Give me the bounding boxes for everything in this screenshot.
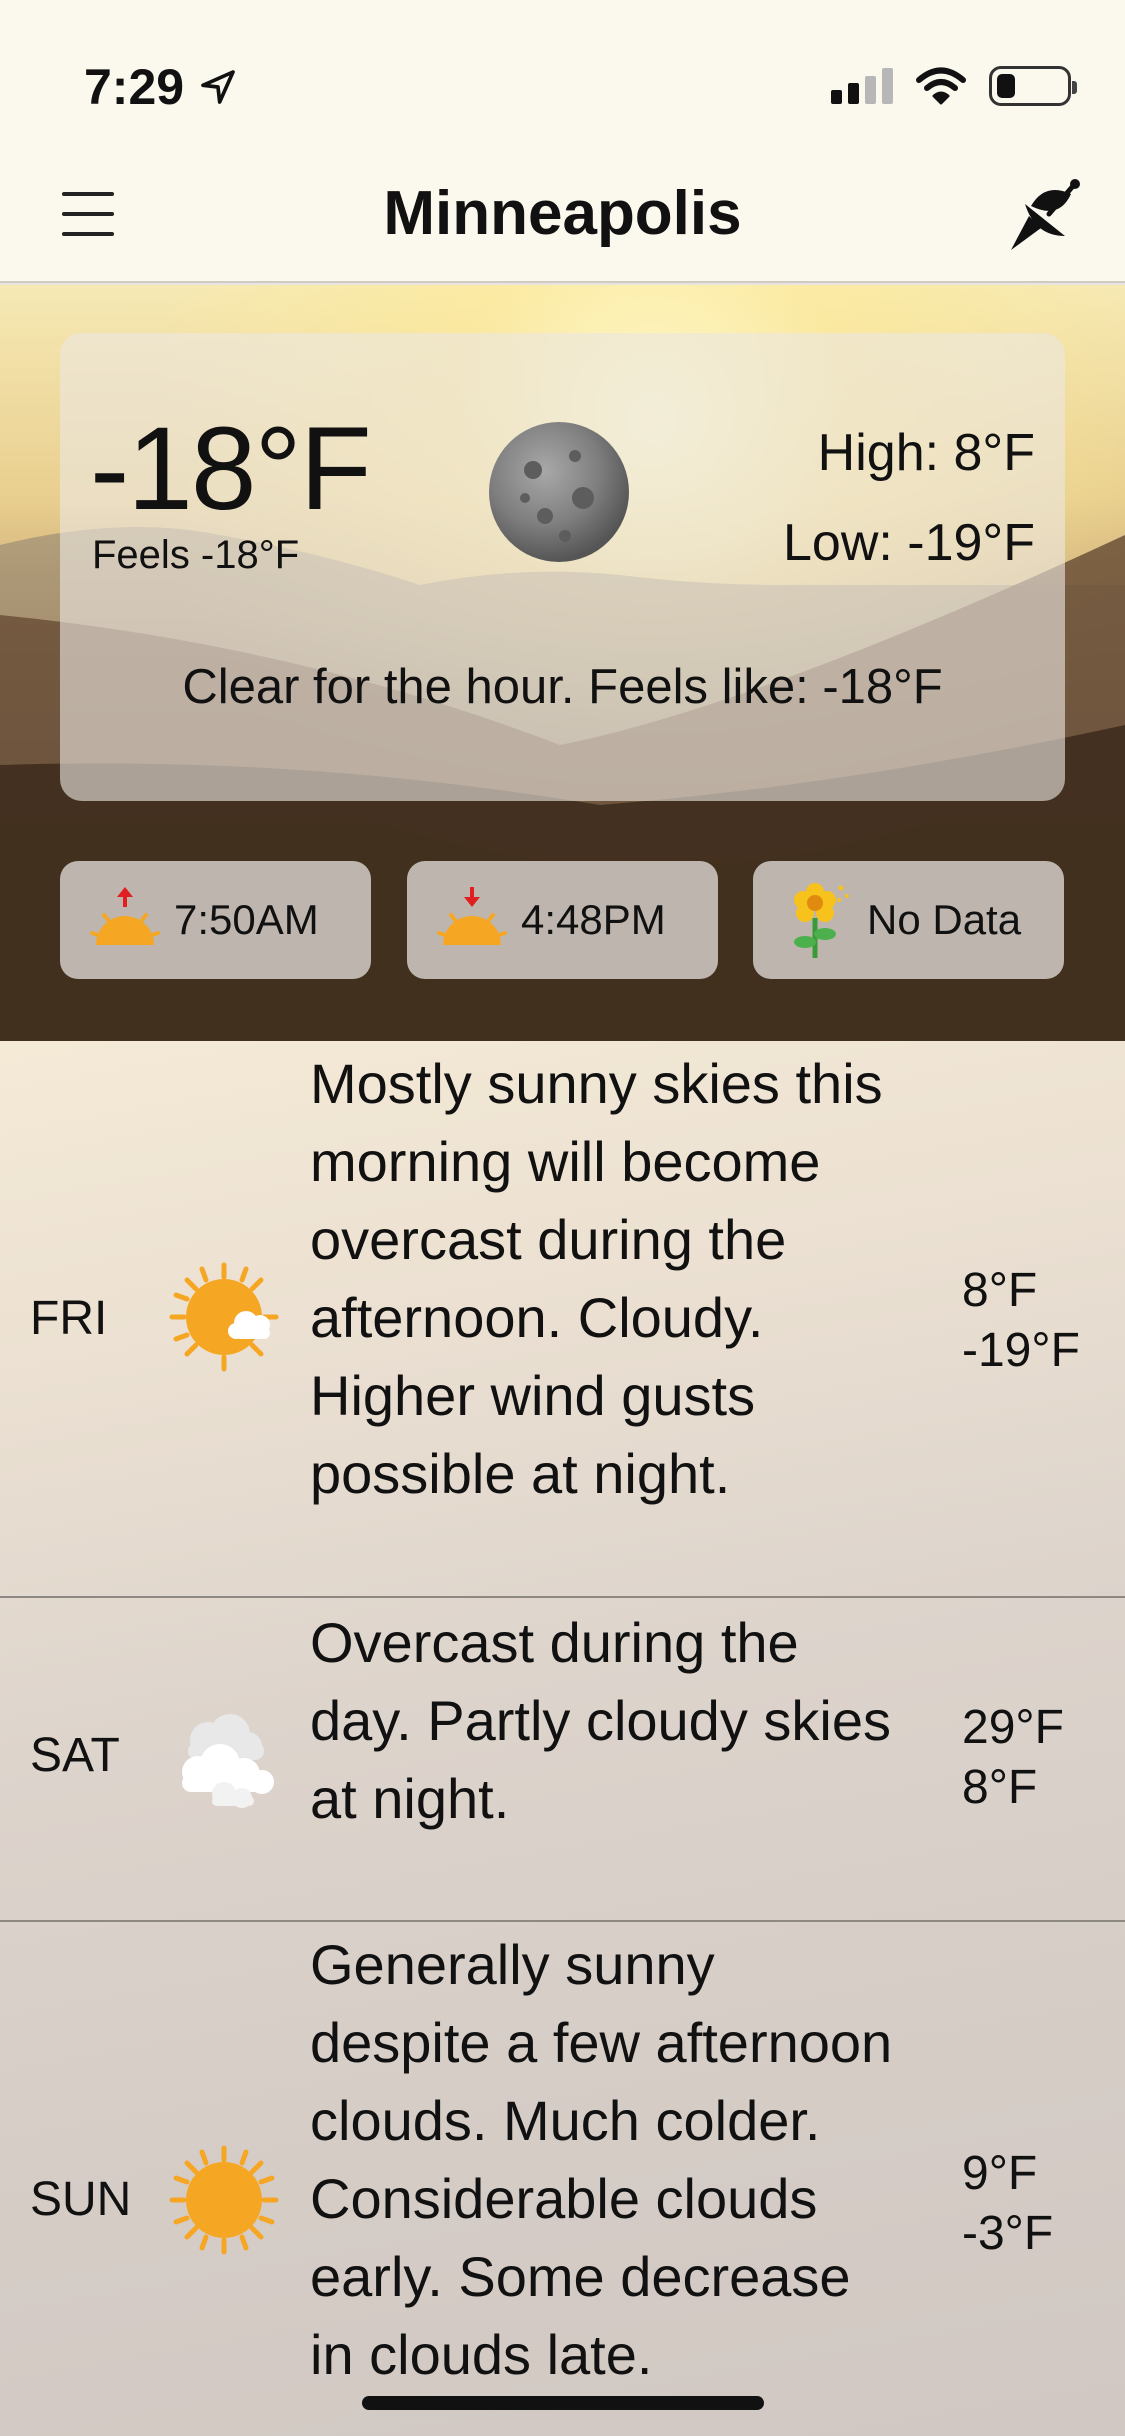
day-low: 8°F	[962, 1761, 1038, 1814]
current-conditions-card: -18°F Feels -18°F High: 8°F Low: -19°F C…	[60, 333, 1065, 801]
current-temperature: -18°F	[90, 403, 372, 535]
status-time: 7:29	[84, 59, 185, 115]
nav-bar: Minneapolis	[0, 170, 1125, 283]
sun-cloud-icon	[169, 1262, 279, 1372]
day-description: Overcast during the day. Partly cloudy s…	[310, 1611, 891, 1830]
city-title: Minneapolis	[383, 179, 742, 248]
current-summary: Clear for the hour. Feels like: -18°F	[182, 660, 943, 714]
day-temperatures: 8°F -19°F	[962, 1261, 1080, 1381]
satellite-dish-icon[interactable]	[1005, 176, 1085, 256]
flower-pollen-icon	[794, 883, 849, 958]
forecast-row-sun[interactable]: SUN Generally sunny despite a few aftern…	[0, 1922, 1125, 2436]
day-low: -3°F	[962, 2207, 1054, 2260]
sunset-icon	[437, 887, 507, 945]
cloudy-icon	[182, 1714, 274, 1808]
day-description: Generally sunny despite a few afternoon …	[310, 1933, 893, 2386]
day-high: 29°F	[962, 1701, 1064, 1754]
day-temperatures: 9°F -3°F	[962, 2144, 1053, 2264]
feels-like-value: Feels -18°F	[92, 533, 300, 577]
high-temperature: High: 8°F	[817, 424, 1035, 482]
low-temperature: Low: -19°F	[782, 514, 1035, 572]
status-time-group: 7:29	[84, 58, 238, 116]
forecast-row-sat[interactable]: SAT Overcast during the day. Partly clou…	[0, 1598, 1125, 1922]
day-high: 9°F	[962, 2147, 1038, 2200]
moon-icon	[489, 422, 629, 562]
wifi-icon	[916, 67, 966, 105]
sunrise-icon	[90, 887, 160, 945]
day-label: FRI	[30, 1292, 108, 1345]
status-bar: 7:29	[0, 0, 1125, 170]
sunrise-time: 7:50AM	[174, 896, 319, 943]
forecast-list: FRI Mostly sunny skies this morning will…	[0, 1041, 1125, 2436]
day-temperatures: 29°F 8°F	[962, 1698, 1064, 1818]
forecast-row-fri[interactable]: FRI Mostly sunny skies this morning will…	[0, 1041, 1125, 1598]
day-low: -19°F	[962, 1324, 1080, 1377]
home-indicator[interactable]	[362, 2396, 764, 2410]
status-indicators	[831, 66, 1077, 106]
day-label: SAT	[30, 1729, 120, 1782]
battery-icon	[989, 66, 1077, 106]
day-label: SUN	[30, 2173, 132, 2226]
cellular-signal-icon	[831, 68, 893, 104]
sunset-pill[interactable]: 4:48PM	[407, 861, 718, 979]
sun-icon	[169, 2145, 279, 2255]
day-high: 8°F	[962, 1264, 1038, 1317]
pollen-value: No Data	[867, 896, 1022, 943]
sunset-time: 4:48PM	[521, 896, 666, 943]
location-arrow-icon	[201, 70, 235, 104]
pollen-pill[interactable]: No Data	[753, 861, 1064, 979]
hero-background: -18°F Feels -18°F High: 8°F Low: -19°F C…	[0, 285, 1125, 1041]
day-description: Mostly sunny skies this morning will bec…	[310, 1052, 883, 1505]
sunrise-pill[interactable]: 7:50AM	[60, 861, 371, 979]
